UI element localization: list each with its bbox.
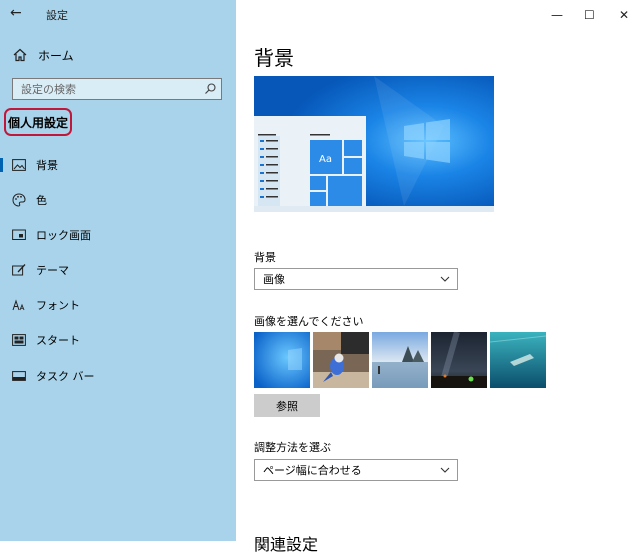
page-title: 背景	[254, 46, 294, 70]
sidebar-item-label: フォント	[36, 299, 80, 312]
thumbnail-windows[interactable]	[254, 332, 310, 388]
title-bar: ← 設定	[0, 0, 236, 28]
chevron-down-icon	[440, 467, 450, 473]
thumbnail-underwater[interactable]	[490, 332, 546, 388]
preview-sample-text: Aa	[319, 154, 332, 165]
background-label: 背景	[254, 251, 276, 264]
sidebar-item-label: テーマ	[36, 264, 69, 277]
fit-value: ページ幅に合わせる	[263, 464, 362, 477]
minimize-button[interactable]: —	[551, 8, 563, 22]
background-preview: Aa	[254, 76, 494, 212]
app-title: 設定	[46, 9, 68, 22]
font-icon	[12, 298, 26, 312]
sidebar-item-label: 色	[36, 194, 47, 207]
start-icon	[12, 333, 26, 347]
image-thumbnails	[254, 332, 546, 388]
sidebar-item-background[interactable]: 背景	[0, 153, 236, 177]
section-title-personalization: 個人用設定	[4, 108, 72, 136]
main-content: — ☐ ✕ 背景 Aa 背景 画像 画像を選んでください 参照 調整方法を選ぶ …	[236, 0, 640, 554]
fit-label: 調整方法を選ぶ	[254, 441, 331, 454]
browse-button[interactable]: 参照	[254, 394, 320, 417]
search-input[interactable]	[13, 79, 201, 99]
sidebar-item-taskbar[interactable]: タスク バー	[0, 364, 236, 388]
sidebar-item-font[interactable]: フォント	[0, 293, 236, 317]
sidebar-item-color[interactable]: 色	[0, 188, 236, 212]
thumbnail-night-sky[interactable]	[431, 332, 487, 388]
background-type-value: 画像	[263, 273, 285, 286]
chevron-down-icon	[440, 276, 450, 282]
sidebar-item-lock-screen[interactable]: ロック画面	[0, 223, 236, 247]
palette-icon	[12, 193, 26, 207]
image-icon	[12, 158, 26, 172]
home-label: ホーム	[38, 48, 74, 63]
back-button[interactable]: ←	[10, 5, 26, 21]
choose-image-label: 画像を選んでください	[254, 315, 364, 328]
preview-image: Aa	[254, 76, 494, 206]
sidebar-item-label: スタート	[36, 334, 80, 347]
sidebar-item-label: 背景	[36, 159, 58, 172]
thumbnail-parrot[interactable]	[313, 332, 369, 388]
home-link[interactable]: ホーム	[12, 46, 74, 64]
theme-icon	[12, 263, 26, 277]
sidebar: ← 設定 ホーム 個人用設定 背景 色 ロック画面	[0, 0, 236, 541]
thumbnail-beach[interactable]	[372, 332, 428, 388]
lock-screen-icon	[12, 228, 26, 242]
preview-taskbar	[254, 206, 494, 212]
background-type-select[interactable]: 画像	[254, 268, 458, 290]
maximize-button[interactable]: ☐	[584, 8, 595, 22]
sidebar-item-label: タスク バー	[36, 370, 95, 383]
taskbar-icon	[12, 369, 26, 383]
sidebar-item-label: ロック画面	[36, 229, 91, 242]
related-settings-heading: 関連設定	[254, 535, 319, 554]
close-button[interactable]: ✕	[619, 8, 629, 22]
fit-select[interactable]: ページ幅に合わせる	[254, 459, 458, 481]
search-icon[interactable]	[203, 82, 217, 96]
sidebar-item-start[interactable]: スタート	[0, 328, 236, 352]
selected-indicator	[0, 158, 3, 172]
sidebar-item-theme[interactable]: テーマ	[0, 258, 236, 282]
home-icon	[13, 48, 27, 62]
search-box[interactable]	[12, 78, 222, 100]
